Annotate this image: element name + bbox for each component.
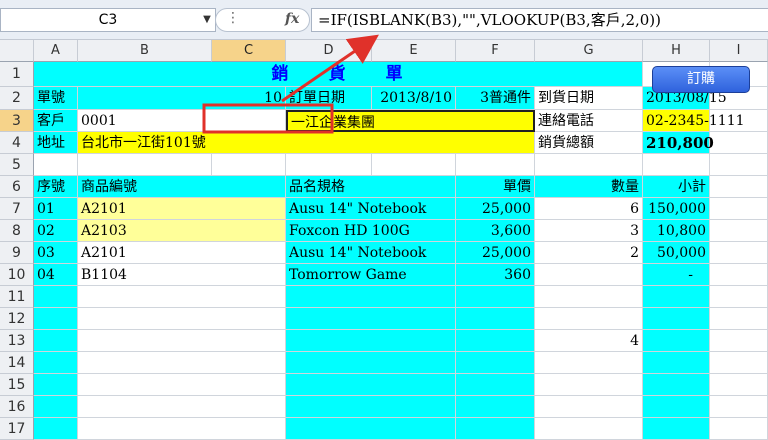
annotation-overlay: [202, 34, 379, 134]
annotation-arrow: [281, 34, 379, 103]
highlight-box: [202, 103, 334, 134]
